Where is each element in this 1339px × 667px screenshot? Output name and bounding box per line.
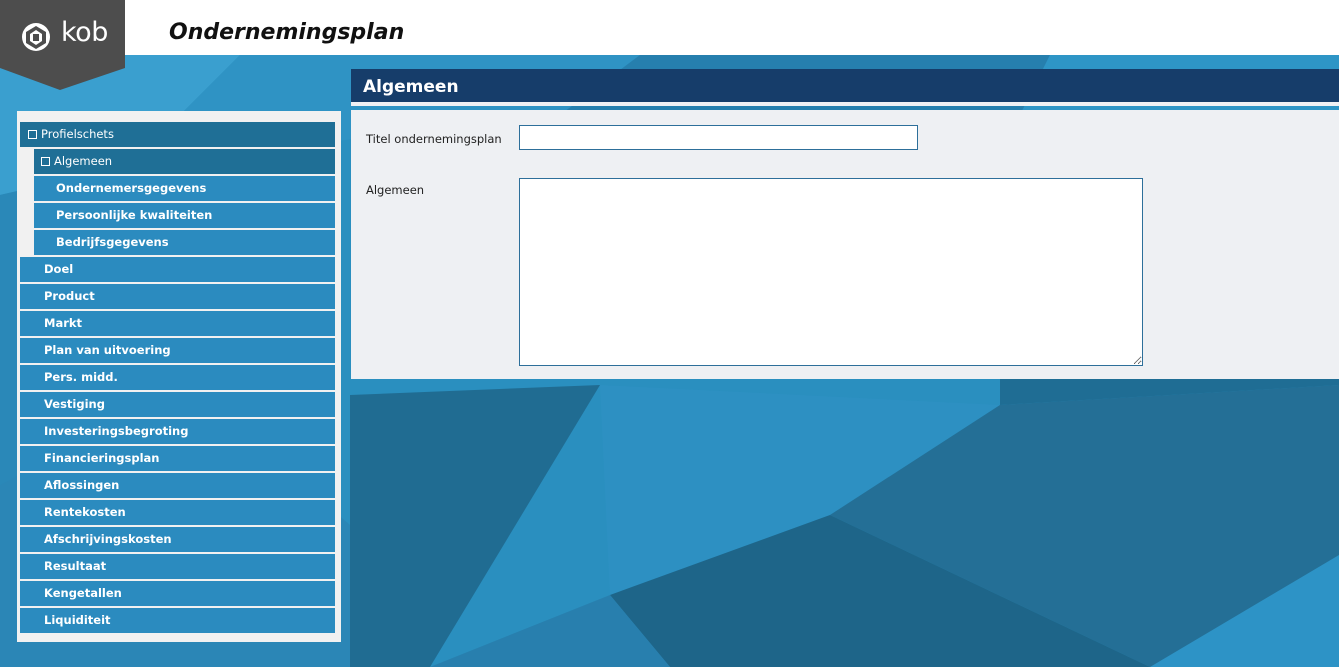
sidebar-item-plan-van-uitvoering[interactable]: Plan van uitvoering: [20, 338, 335, 363]
section-title: Algemeen: [363, 77, 459, 97]
title-field-label: Titel ondernemingsplan: [366, 132, 502, 146]
title-input[interactable]: [519, 125, 918, 150]
sidebar-item-label: Pers. midd.: [44, 370, 118, 384]
sidebar-item-markt[interactable]: Markt: [20, 311, 335, 336]
sidebar-item-label: Algemeen: [54, 154, 113, 168]
sidebar-item-afschrijvingskosten[interactable]: Afschrijvingskosten: [20, 527, 335, 552]
sidebar-item-ondernemersgegevens[interactable]: Ondernemersgegevens: [34, 176, 335, 201]
sidebar-item-label: Persoonlijke kwaliteiten: [56, 208, 213, 222]
page-title: Ondernemingsplan: [169, 20, 405, 45]
sidebar-item-resultaat[interactable]: Resultaat: [20, 554, 335, 579]
sidebar-item-investeringsbegroting[interactable]: Investeringsbegroting: [20, 419, 335, 444]
sidebar-item-vestiging[interactable]: Vestiging: [20, 392, 335, 417]
sidebar-item-label: Rentekosten: [44, 505, 126, 519]
sidebar-item-liquiditeit[interactable]: Liquiditeit: [20, 608, 335, 633]
sidebar-item-algemeen[interactable]: Algemeen: [34, 149, 335, 174]
general-textarea[interactable]: [519, 178, 1143, 366]
sidebar-item-pers-midd[interactable]: Pers. midd.: [20, 365, 335, 390]
sidebar-item-label: Product: [44, 289, 95, 303]
sidebar-item-bedrijfsgegevens[interactable]: Bedrijfsgegevens: [34, 230, 335, 255]
sidebar-nav: Profielschets Algemeen Ondernemersgegeve…: [17, 111, 341, 642]
sidebar-item-aflossingen[interactable]: Aflossingen: [20, 473, 335, 498]
sidebar-item-profielschets[interactable]: Profielschets: [20, 122, 335, 147]
collapse-box-icon: [28, 130, 37, 139]
kob-logo-icon: [22, 23, 50, 51]
sidebar-item-product[interactable]: Product: [20, 284, 335, 309]
sidebar-item-label: Doel: [44, 262, 74, 276]
sidebar-item-persoonlijke-kwaliteiten[interactable]: Persoonlijke kwaliteiten: [34, 203, 335, 228]
sidebar-item-label: Investeringsbegroting: [44, 424, 189, 438]
sidebar-item-label: Liquiditeit: [44, 613, 111, 627]
sidebar-item-kengetallen[interactable]: Kengetallen: [20, 581, 335, 606]
sidebar-item-label: Aflossingen: [44, 478, 120, 492]
general-field-label: Algemeen: [366, 183, 425, 197]
sidebar-item-label: Profielschets: [41, 127, 114, 141]
sidebar-item-label: Ondernemersgegevens: [56, 181, 207, 195]
section-header: Algemeen: [351, 69, 1339, 106]
logo-text: kob: [61, 17, 108, 48]
sidebar-item-rentekosten[interactable]: Rentekosten: [20, 500, 335, 525]
form-panel: Titel ondernemingsplan Algemeen: [351, 110, 1339, 379]
sidebar-item-label: Markt: [44, 316, 83, 330]
app-header: kob Ondernemingsplan: [0, 0, 1339, 90]
sidebar-item-doel[interactable]: Doel: [20, 257, 335, 282]
sidebar-item-label: Afschrijvingskosten: [44, 532, 172, 546]
sidebar-item-financieringsplan[interactable]: Financieringsplan: [20, 446, 335, 471]
sidebar-item-label: Plan van uitvoering: [44, 343, 171, 357]
sidebar-item-label: Bedrijfsgegevens: [56, 235, 169, 249]
sidebar-item-label: Vestiging: [44, 397, 105, 411]
sidebar-item-label: Financieringsplan: [44, 451, 160, 465]
sidebar-item-label: Resultaat: [44, 559, 107, 573]
collapse-box-icon: [41, 157, 50, 166]
sidebar-item-label: Kengetallen: [44, 586, 122, 600]
